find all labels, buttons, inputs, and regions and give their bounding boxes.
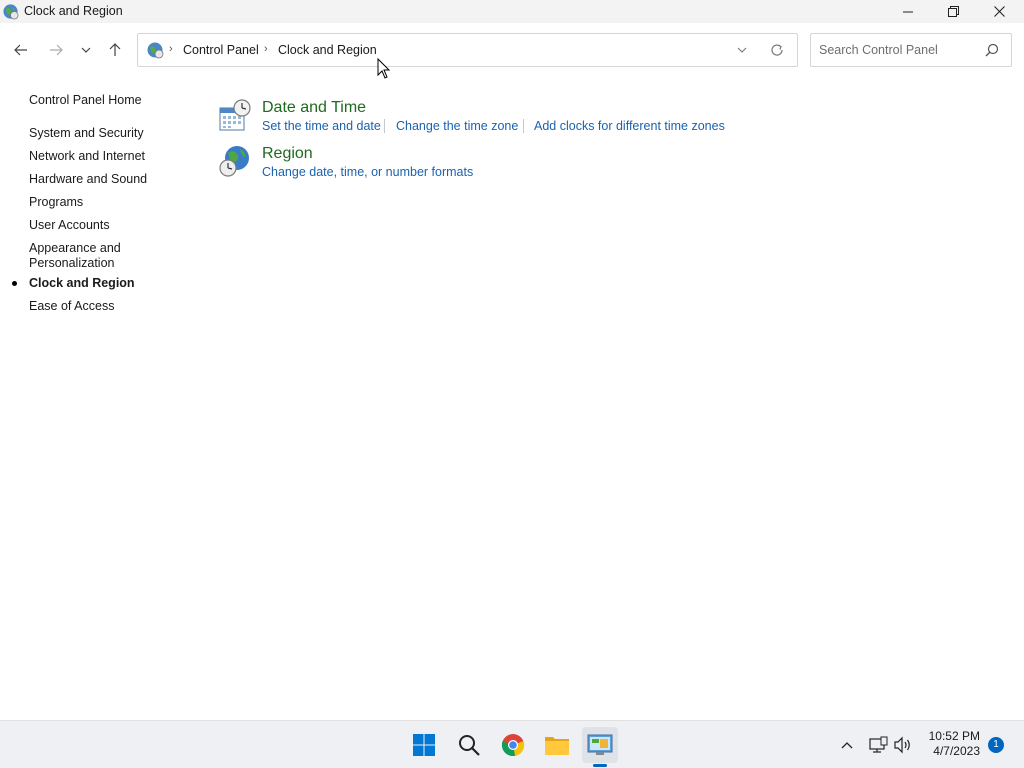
breadcrumb-separator-icon[interactable]: › bbox=[169, 43, 173, 55]
sidebar-home-link[interactable]: Control Panel Home bbox=[29, 93, 142, 108]
search-icon bbox=[459, 735, 480, 756]
active-item-bullet bbox=[12, 281, 17, 286]
sidebar-item-network-and-internet[interactable]: Network and Internet bbox=[29, 149, 145, 164]
chrome-icon bbox=[501, 734, 525, 756]
category-title-region[interactable]: Region bbox=[262, 145, 313, 163]
control-panel-icon bbox=[587, 734, 613, 755]
close-icon bbox=[993, 6, 1005, 17]
globe-clock-icon[interactable] bbox=[218, 144, 252, 178]
restore-icon bbox=[947, 6, 959, 17]
calendar-clock-icon[interactable] bbox=[218, 98, 252, 132]
sidebar-item-hardware-and-sound[interactable]: Hardware and Sound bbox=[29, 172, 147, 187]
refresh-button[interactable] bbox=[769, 42, 785, 58]
task-separator bbox=[384, 119, 385, 133]
up-button[interactable] bbox=[102, 37, 128, 63]
address-bar[interactable]: › Control Panel › Clock and Region bbox=[137, 33, 798, 67]
recent-locations-button[interactable] bbox=[73, 37, 99, 63]
taskbar-control-panel-button[interactable] bbox=[582, 727, 618, 763]
title-bar: Clock and Region bbox=[0, 0, 1024, 23]
task-add-clocks[interactable]: Add clocks for different time zones bbox=[534, 119, 725, 133]
restore-button[interactable] bbox=[930, 0, 976, 23]
minimize-button[interactable] bbox=[885, 0, 931, 23]
sidebar-item-programs[interactable]: Programs bbox=[29, 195, 83, 210]
speaker-icon bbox=[894, 736, 910, 754]
clock-date: 4/7/2023 bbox=[933, 744, 980, 758]
control-panel-globe-icon bbox=[147, 42, 164, 59]
taskbar: 10:52 PM 4/7/2023 1 bbox=[0, 720, 1024, 768]
taskbar-file-explorer-button[interactable] bbox=[539, 727, 575, 763]
control-panel-globe-icon bbox=[3, 4, 19, 20]
mouse-cursor-icon bbox=[377, 58, 391, 79]
control-panel-window: Clock and Region › Control Panel › Clock… bbox=[0, 0, 1024, 720]
start-button[interactable] bbox=[406, 727, 442, 763]
network-icon bbox=[869, 736, 888, 753]
taskbar-chrome-button[interactable] bbox=[495, 727, 531, 763]
task-set-time-and-date[interactable]: Set the time and date bbox=[262, 119, 381, 133]
active-app-indicator bbox=[593, 764, 607, 767]
breadcrumb-separator-icon[interactable]: › bbox=[264, 43, 268, 55]
notification-badge[interactable]: 1 bbox=[988, 737, 1004, 753]
address-history-button[interactable] bbox=[734, 42, 750, 58]
folder-icon bbox=[545, 737, 569, 755]
task-change-time-zone[interactable]: Change the time zone bbox=[396, 119, 518, 133]
task-change-formats[interactable]: Change date, time, or number formats bbox=[262, 165, 473, 179]
chevron-down-icon bbox=[737, 47, 747, 53]
arrow-up-icon bbox=[109, 43, 121, 56]
search-placeholder: Search Control Panel bbox=[819, 43, 938, 57]
sidebar-item-label-line: Personalization bbox=[29, 256, 115, 270]
taskbar-search-button[interactable] bbox=[451, 727, 487, 763]
breadcrumb-control-panel[interactable]: Control Panel bbox=[183, 43, 259, 57]
arrow-right-icon bbox=[50, 44, 63, 56]
windows-logo-icon bbox=[413, 734, 435, 756]
chevron-down-icon bbox=[81, 47, 91, 53]
chevron-up-icon bbox=[841, 742, 853, 749]
navigation-bar: › Control Panel › Clock and Region Searc… bbox=[0, 23, 1024, 77]
clock-time: 10:52 PM bbox=[928, 729, 980, 743]
close-button[interactable] bbox=[976, 0, 1022, 23]
refresh-icon bbox=[771, 44, 783, 56]
sidebar: Control Panel Home System and Security N… bbox=[0, 77, 200, 720]
taskbar-clock[interactable]: 10:52 PM 4/7/2023 bbox=[920, 729, 980, 759]
sidebar-item-label-line: Appearance and bbox=[29, 241, 121, 255]
sidebar-item-user-accounts[interactable]: User Accounts bbox=[29, 218, 110, 233]
volume-tray-button[interactable] bbox=[893, 735, 913, 755]
arrow-left-icon bbox=[14, 44, 27, 56]
sidebar-item-system-and-security[interactable]: System and Security bbox=[29, 126, 144, 141]
category-title-date-and-time[interactable]: Date and Time bbox=[262, 99, 366, 117]
main-content: Date and Time Set the time and date Chan… bbox=[200, 77, 1024, 720]
task-separator bbox=[523, 119, 524, 133]
sidebar-item-appearance-and-personalization[interactable]: Appearance and Personalization bbox=[29, 241, 121, 271]
sidebar-item-ease-of-access[interactable]: Ease of Access bbox=[29, 299, 114, 314]
sidebar-item-clock-and-region[interactable]: Clock and Region bbox=[29, 276, 135, 291]
search-icon[interactable] bbox=[985, 43, 999, 57]
search-input[interactable]: Search Control Panel bbox=[810, 33, 1012, 67]
forward-button[interactable] bbox=[43, 37, 69, 63]
network-tray-button[interactable] bbox=[868, 735, 888, 755]
show-hidden-icons-button[interactable] bbox=[837, 735, 857, 755]
window-title: Clock and Region bbox=[24, 4, 123, 18]
breadcrumb-clock-and-region[interactable]: Clock and Region bbox=[278, 43, 377, 57]
back-button[interactable] bbox=[8, 37, 34, 63]
